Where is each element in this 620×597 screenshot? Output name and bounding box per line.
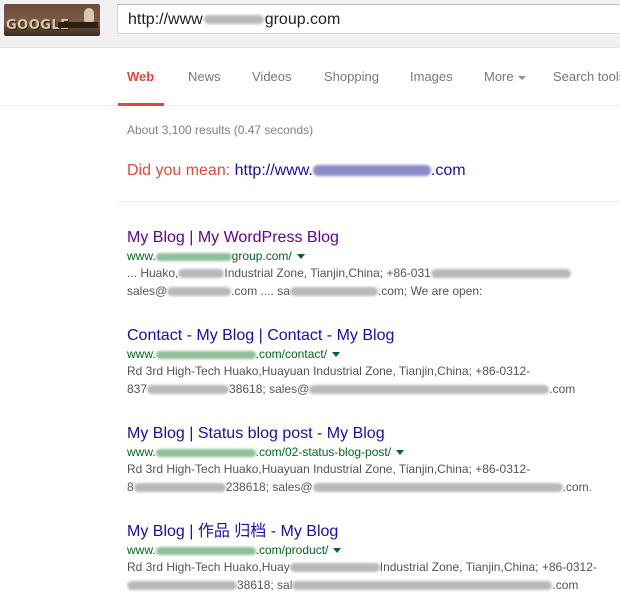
redacted-smear: [127, 581, 237, 591]
tab-images[interactable]: Images: [410, 69, 453, 84]
logo-desk-shape: [58, 22, 98, 28]
snippet-text: .com: [549, 382, 576, 396]
snippet-text: Industrial Zone, Tianjin,China; +86-031: [224, 266, 431, 280]
result-title-link[interactable]: My Blog | My WordPress Blog: [127, 228, 620, 248]
search-result-1: My Blog | My WordPress Blog www. group.co…: [127, 228, 620, 300]
dym-link-suffix: .com: [430, 162, 466, 179]
dym-link-prefix: http://www.: [234, 162, 313, 179]
url-prefix: www.: [127, 543, 156, 557]
active-tab-indicator: [118, 103, 164, 106]
redacted-smear: [312, 165, 431, 177]
url-prefix: www.: [127, 249, 156, 263]
did-you-mean: Did you mean: http://www. .com: [127, 162, 466, 180]
redacted-smear: [178, 269, 225, 279]
url-suffix: .com/02-status-blog-post/: [255, 445, 392, 459]
redacted-smear: [155, 252, 232, 261]
result-snippet-line-2: sales@ .com .... sa .com; We are open:: [127, 282, 620, 300]
divider: [118, 201, 620, 202]
redacted-smear: [155, 350, 256, 359]
redacted-smear: [292, 581, 553, 591]
caret-down-icon[interactable]: [332, 352, 341, 358]
url-prefix: www.: [127, 445, 156, 459]
tab-search-tools[interactable]: Search tools: [553, 69, 620, 84]
result-title-link[interactable]: My Blog | 作品 归档 - My Blog: [127, 522, 620, 542]
url-suffix: group.com/: [231, 249, 292, 263]
result-stats: About 3,100 results (0.47 seconds): [127, 123, 314, 137]
redacted-smear: [155, 448, 256, 457]
result-snippet-line-2: 38618; sal .com: [127, 576, 620, 594]
search-text-prefix: http://www: [128, 11, 203, 28]
result-url: www. group.com/: [127, 249, 620, 264]
redacted-smear: [430, 269, 571, 279]
snippet-text: Rd 3rd High-Tech Huako,Huay: [127, 560, 290, 574]
snippet-text: Industrial Zone, Tianjin,China; +86-0312…: [379, 560, 597, 574]
search-result-2: Contact - My Blog | Contact - My Blog ww…: [127, 326, 620, 398]
snippet-text: .com; We are open:: [377, 284, 483, 298]
redacted-smear: [312, 483, 563, 493]
result-snippet-line-2: 8 238618; sales@ .com.: [127, 478, 620, 496]
did-you-mean-link[interactable]: http://www. .com: [235, 162, 466, 179]
redacted-smear: [289, 287, 378, 297]
snippet-text: 238618; sales@: [225, 480, 313, 494]
result-snippet-line-1: ... Huako, Industrial Zone, Tianjin,China…: [127, 264, 620, 282]
google-doodle-logo[interactable]: GOOGLE: [4, 4, 100, 36]
caret-down-icon[interactable]: [296, 254, 305, 260]
redacted-smear: [133, 483, 226, 493]
url-suffix: .com/product/: [255, 543, 329, 557]
search-result-3: My Blog | Status blog post - My Blog www…: [127, 424, 620, 496]
redacted-smear: [147, 385, 230, 395]
snippet-text: .com.: [562, 480, 592, 494]
result-title-link[interactable]: Contact - My Blog | Contact - My Blog: [127, 326, 620, 346]
snippet-text: sales@: [127, 284, 168, 298]
tab-web[interactable]: Web: [127, 69, 154, 84]
search-input[interactable]: http://www group.com: [117, 4, 620, 34]
snippet-text: 837: [127, 382, 148, 396]
url-prefix: www.: [127, 347, 156, 361]
result-snippet-line-1: Rd 3rd High-Tech Huako,Huayuan Industria…: [127, 362, 620, 380]
tab-more[interactable]: More: [484, 69, 526, 84]
snippet-text: .com: [552, 578, 579, 592]
result-url: www. .com/02-status-blog-post/: [127, 445, 620, 460]
redacted-smear: [167, 287, 232, 297]
snippet-text: .com .... sa: [231, 284, 290, 298]
redacted-smear: [203, 15, 264, 25]
chevron-down-icon: [517, 75, 526, 80]
result-snippet-line-1: Rd 3rd High-Tech Huako,Huayuan Industria…: [127, 460, 620, 478]
snippet-text: 8: [127, 480, 134, 494]
redacted-smear: [155, 546, 256, 555]
top-bar: GOOGLE http://www group.com: [0, 0, 620, 48]
result-snippet-line-1: Rd 3rd High-Tech Huako,Huay Industrial Zo…: [127, 558, 620, 576]
logo-figure-shape: [84, 8, 94, 22]
snippet-text: Rd 3rd High-Tech Huako,Huayuan Industria…: [127, 462, 531, 476]
tab-shopping[interactable]: Shopping: [324, 69, 379, 84]
search-nav-tabs: Web News Videos Shopping Images More Sea…: [0, 48, 620, 106]
redacted-smear: [309, 385, 550, 395]
result-title-link[interactable]: My Blog | Status blog post - My Blog: [127, 424, 620, 444]
snippet-text: ... Huako,: [127, 266, 179, 280]
redacted-smear: [289, 563, 380, 573]
result-url: www. .com/contact/: [127, 347, 620, 362]
did-you-mean-label: Did you mean:: [127, 162, 231, 179]
url-suffix: .com/contact/: [255, 347, 328, 361]
search-text-suffix: group.com: [264, 11, 341, 28]
caret-down-icon[interactable]: [333, 548, 342, 554]
result-url: www. .com/product/: [127, 543, 620, 558]
search-result-4: My Blog | 作品 归档 - My Blog www. .com/produ…: [127, 522, 620, 594]
snippet-text: Rd 3rd High-Tech Huako,Huayuan Industria…: [127, 364, 531, 378]
caret-down-icon[interactable]: [396, 450, 405, 456]
tab-more-label: More: [484, 69, 514, 84]
tab-videos[interactable]: Videos: [252, 69, 292, 84]
snippet-text: 38618; sal: [237, 578, 293, 592]
result-snippet-line-2: 837 38618; sales@ .com: [127, 380, 620, 398]
tab-news[interactable]: News: [188, 69, 221, 84]
snippet-text: 38618; sales@: [229, 382, 310, 396]
